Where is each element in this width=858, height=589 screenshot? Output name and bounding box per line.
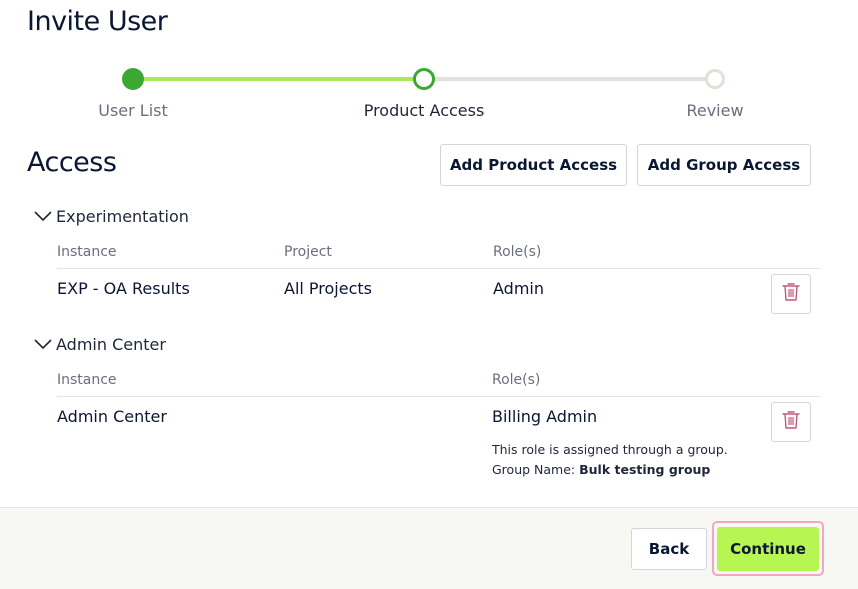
group-name-value: Bulk testing group [579,462,711,477]
delete-access-button[interactable] [771,402,811,442]
instance-cell: EXP - OA Results [57,279,190,298]
group-header-experimentation[interactable]: Experimentation [34,207,189,226]
chevron-down-icon [34,335,56,354]
group-name-label: Group Name: [492,462,576,477]
trash-icon [782,282,800,306]
back-button[interactable]: Back [631,528,707,570]
step-label-review: Review [686,101,744,120]
group-name: Experimentation [56,207,189,226]
stepper-remaining-line [424,77,715,81]
access-section-title: Access [27,147,117,178]
trash-icon [782,410,800,434]
instance-cell: Admin Center [57,407,167,426]
add-product-access-button[interactable]: Add Product Access [440,144,627,186]
group-header-admin-center[interactable]: Admin Center [34,335,166,354]
chevron-down-icon [34,207,56,226]
group-name-line: Group Name: Bulk testing group [492,462,710,477]
step-complete-dot [122,68,144,90]
project-cell: All Projects [284,279,372,298]
delete-access-button[interactable] [771,274,811,314]
column-header-roles: Role(s) [492,372,541,388]
stepper-progress-line [133,77,424,81]
role-cell: Billing Admin [492,407,598,426]
column-header-instance: Instance [57,244,117,260]
role-cell: Admin [493,279,544,298]
continue-button[interactable]: Continue [717,527,819,571]
table-divider [57,396,820,397]
column-header-project: Project [284,244,332,260]
group-name: Admin Center [56,335,166,354]
add-group-access-button[interactable]: Add Group Access [637,144,811,186]
step-current-dot [413,68,435,90]
step-label-user-list: User List [98,101,168,120]
column-header-roles: Role(s) [493,244,542,260]
page-title: Invite User [27,6,168,37]
step-upcoming-dot [705,69,725,89]
group-assignment-note: This role is assigned through a group. [492,442,728,457]
table-divider [57,268,820,269]
step-label-product-access: Product Access [363,101,485,120]
column-header-instance: Instance [57,372,117,388]
